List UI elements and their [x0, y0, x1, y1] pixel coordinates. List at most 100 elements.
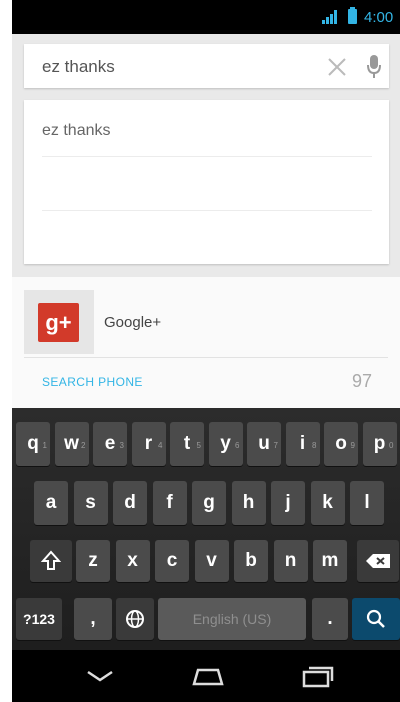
key-r[interactable]: r4: [131, 422, 166, 466]
comma-key-label: ,: [90, 608, 96, 629]
comma-key[interactable]: ,: [74, 598, 112, 640]
key-hint: 5: [196, 441, 201, 450]
key-label: i: [299, 433, 306, 454]
key-label: k: [322, 492, 333, 513]
symbols-key-label: ?123: [23, 611, 55, 627]
suggestion-item[interactable]: ez thanks: [42, 122, 110, 140]
key-label: u: [258, 433, 270, 454]
key-label: p: [373, 433, 386, 454]
key-label: f: [166, 492, 173, 513]
home-icon[interactable]: [188, 664, 228, 688]
key-o[interactable]: o9: [324, 422, 358, 466]
key-y[interactable]: y6: [208, 422, 243, 466]
recent-apps-icon[interactable]: [300, 664, 336, 688]
key-hint: 1: [42, 441, 47, 450]
app-result-label[interactable]: Google+: [104, 314, 161, 331]
back-icon[interactable]: [82, 664, 118, 688]
key-p[interactable]: p0: [362, 422, 397, 466]
key-label: a: [45, 492, 57, 513]
key-h[interactable]: h: [231, 481, 266, 525]
key-label: z: [88, 550, 98, 571]
backspace-key[interactable]: [357, 540, 399, 582]
key-e[interactable]: e3: [93, 422, 127, 466]
key-b[interactable]: b: [234, 540, 268, 582]
shift-icon: [40, 550, 62, 570]
result-count: 97: [352, 371, 373, 391]
key-hint: 9: [350, 441, 355, 450]
key-hint: 7: [273, 441, 278, 450]
key-hint: 8: [312, 441, 317, 450]
search-icon: [366, 609, 385, 628]
key-j[interactable]: j: [271, 481, 305, 525]
key-label: o: [335, 433, 347, 454]
space-key-label: English (US): [192, 611, 272, 627]
key-n[interactable]: n: [273, 540, 308, 582]
key-f[interactable]: f: [152, 481, 187, 525]
key-d[interactable]: d: [113, 481, 147, 525]
key-hint: 0: [389, 441, 394, 450]
key-label: q: [27, 433, 39, 454]
key-g[interactable]: g: [192, 481, 226, 525]
key-z[interactable]: z: [76, 540, 110, 582]
period-key-label: .: [327, 608, 333, 629]
suggestion-divider: [42, 156, 372, 157]
key-hint: 6: [235, 441, 240, 450]
suggestions-panel: ez thanks: [24, 100, 389, 264]
clear-icon[interactable]: [326, 56, 348, 78]
globe-icon: [126, 610, 144, 628]
shift-key[interactable]: [30, 540, 72, 582]
key-label: e: [104, 433, 116, 454]
key-hint: 4: [158, 441, 163, 450]
key-label: b: [245, 550, 257, 571]
key-l[interactable]: l: [350, 481, 384, 525]
key-label: t: [183, 433, 191, 454]
search-key[interactable]: [352, 598, 400, 640]
microphone-icon[interactable]: [366, 54, 382, 80]
key-label: c: [166, 550, 178, 571]
search-box[interactable]: ez thanks: [24, 44, 389, 88]
space-key[interactable]: English (US): [158, 598, 306, 640]
key-hint: 3: [119, 441, 124, 450]
key-label: y: [220, 433, 231, 454]
key-label: s: [85, 492, 96, 513]
search-input[interactable]: ez thanks: [42, 57, 115, 77]
key-label: v: [206, 550, 217, 571]
key-label: n: [284, 550, 297, 571]
key-i[interactable]: i8: [285, 422, 320, 466]
key-u[interactable]: u7: [247, 422, 281, 466]
key-c[interactable]: c: [155, 540, 189, 582]
app-result-tile[interactable]: g+: [24, 290, 94, 354]
key-label: r: [144, 433, 153, 454]
battery-icon: [348, 7, 357, 24]
suggestion-divider: [42, 210, 372, 211]
period-key[interactable]: .: [312, 598, 348, 640]
key-v[interactable]: v: [194, 540, 229, 582]
phone-screen: 4:00 ez thanks ez thanks g+ Google+ SEAR…: [12, 0, 400, 702]
key-label: m: [321, 550, 339, 571]
language-key[interactable]: [116, 598, 154, 640]
key-label: j: [285, 492, 291, 513]
key-a[interactable]: a: [34, 481, 68, 525]
key-m[interactable]: m: [313, 540, 347, 582]
key-label: w: [64, 433, 79, 454]
key-k[interactable]: k: [310, 481, 345, 525]
navigation-bar: [12, 650, 400, 702]
google-plus-icon: g+: [38, 303, 79, 342]
result-divider: [24, 357, 388, 358]
search-phone-link[interactable]: SEARCH PHONE: [42, 375, 143, 389]
symbols-key[interactable]: ?123: [16, 598, 62, 640]
keyboard: ?123 , English (US) . q1w2e3r4t5y6u7i8o9…: [12, 408, 400, 650]
key-label: x: [127, 550, 138, 571]
status-time: 4:00: [364, 9, 394, 26]
key-label: g: [203, 492, 215, 513]
key-label: h: [242, 492, 255, 513]
key-q[interactable]: q1: [16, 422, 50, 466]
key-s[interactable]: s: [73, 481, 108, 525]
key-hint: 2: [81, 441, 86, 450]
key-x[interactable]: x: [115, 540, 150, 582]
key-w[interactable]: w2: [54, 422, 89, 466]
results-panel: g+ Google+ SEARCH PHONE 97: [12, 277, 400, 408]
key-t[interactable]: t5: [170, 422, 204, 466]
key-label: d: [124, 492, 136, 513]
backspace-icon: [366, 554, 390, 568]
